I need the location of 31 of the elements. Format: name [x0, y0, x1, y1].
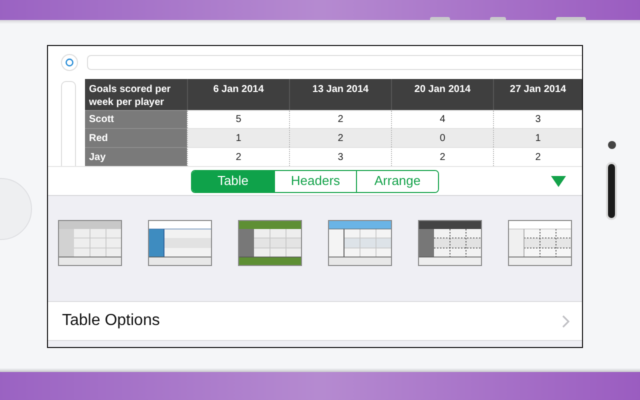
table-cell: 1 [493, 128, 582, 147]
table-style-thumbnail[interactable] [508, 220, 572, 266]
speaker-slot [606, 162, 617, 220]
select-button[interactable] [61, 54, 78, 71]
chevron-icon [562, 314, 570, 328]
table-style-thumbnail[interactable] [418, 220, 482, 266]
camera-icon [608, 141, 616, 149]
table-cell: 0 [391, 128, 493, 147]
table-cell: 2 [187, 147, 289, 166]
table-cell: 1 [187, 128, 289, 147]
column-header: 6 Jan 2014 [187, 79, 289, 110]
table-style-thumbnail[interactable] [58, 220, 122, 266]
table-style-thumbnail[interactable] [148, 220, 212, 266]
collapse-triangle-icon[interactable] [551, 176, 566, 186]
table-style-thumbnail[interactable] [328, 220, 392, 266]
column-header: 13 Jan 2014 [289, 79, 391, 110]
row-header: Jay [85, 147, 187, 166]
table-cell: 2 [391, 147, 493, 166]
corner-header: Goals scored per week per player [85, 79, 187, 110]
column-header: 20 Jan 2014 [391, 79, 493, 110]
row-header: Scott [85, 110, 187, 128]
tab[interactable]: Table [192, 170, 274, 192]
tab[interactable]: Arrange [356, 170, 438, 192]
row-header: Red [85, 128, 187, 147]
ring-icon [65, 58, 74, 67]
column-header: 27 Jan 2014 [493, 79, 582, 110]
table-cell: 2 [289, 128, 391, 147]
table-style-thumbnail[interactable] [238, 220, 302, 266]
table-cell: 2 [493, 147, 582, 166]
table-options-label[interactable]: Table Options [62, 309, 160, 333]
table-cell: 3 [289, 147, 391, 166]
